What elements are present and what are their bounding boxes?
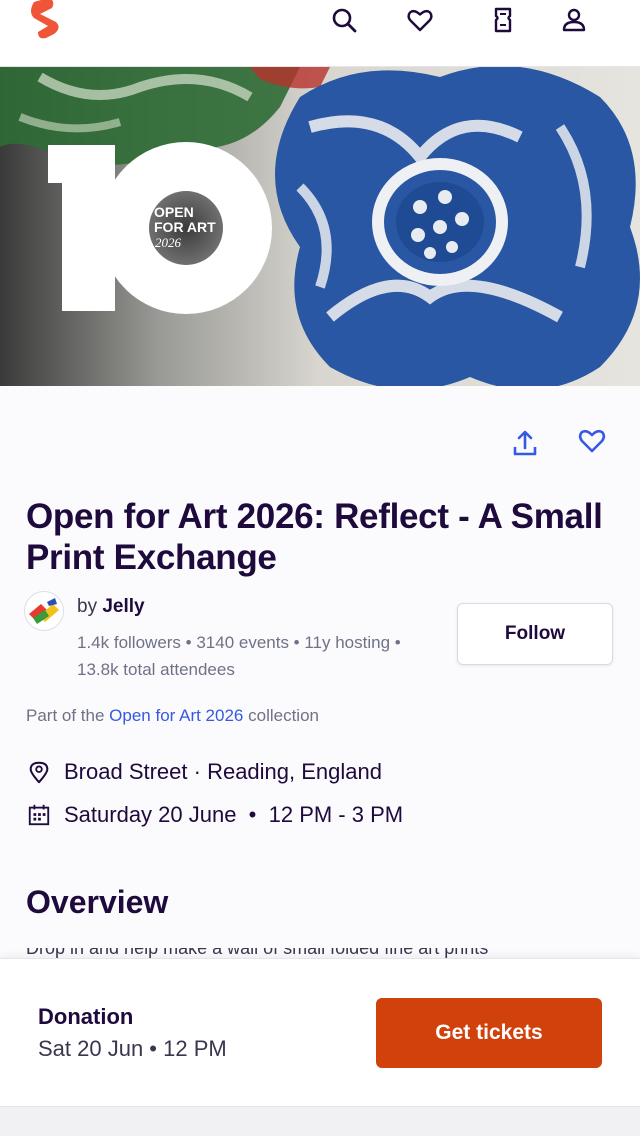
datetime-text: Saturday 20 June • 12 PM - 3 PM — [64, 802, 404, 827]
calendar-icon — [26, 802, 52, 828]
tickets-icon[interactable] — [487, 4, 519, 36]
datetime-row[interactable]: Saturday 20 June • 12 PM - 3 PM — [26, 800, 403, 830]
search-icon[interactable] — [328, 4, 360, 36]
ticket-price: Donation — [38, 1004, 134, 1029]
get-tickets-button[interactable]: Get tickets — [376, 998, 602, 1068]
location-pin-icon — [26, 759, 52, 785]
account-icon[interactable] — [558, 4, 590, 36]
organizer-stats: 1.4k followers • 3140 events • 11y hosti… — [77, 633, 401, 679]
collection-link[interactable]: Open for Art 2026 — [109, 706, 243, 725]
event-title: Open for Art 2026: Reflect - A Small Pri… — [26, 497, 603, 577]
hero-badge-line3: 2026 — [155, 235, 182, 250]
ticket-bar: Donation Sat 20 Jun • 12 PM Get tickets — [0, 958, 640, 1106]
overview-heading: Overview — [26, 884, 169, 920]
heart-outline-icon[interactable] — [574, 423, 610, 459]
location-row[interactable]: Broad Street · Reading, England — [26, 757, 382, 787]
brand-logo-icon[interactable] — [26, 0, 66, 40]
collection-prefix: Part of the — [26, 706, 105, 725]
heart-icon[interactable] — [404, 4, 436, 36]
ticket-datetime: Sat 20 Jun • 12 PM — [38, 1036, 227, 1061]
page-bottom-strip — [0, 1106, 640, 1136]
collection-note: Part of the Open for Art 2026 collection — [26, 706, 319, 726]
top-nav-bar — [0, 0, 640, 67]
location-text: Broad Street · Reading, England — [64, 759, 382, 784]
follow-button[interactable]: Follow — [457, 603, 613, 665]
organizer-byline: by Jelly — [77, 596, 145, 618]
hero-badge-line1: OPEN — [154, 204, 194, 220]
collection-suffix: collection — [248, 706, 319, 725]
event-hero-image: OPEN FOR ART 2026 — [0, 67, 640, 386]
organizer-avatar[interactable] — [24, 591, 64, 631]
organizer-name[interactable]: Jelly — [102, 596, 144, 617]
hero-badge-line2: FOR ART — [154, 219, 216, 235]
share-icon[interactable] — [507, 425, 543, 461]
organizer-by-label: by — [77, 596, 98, 617]
